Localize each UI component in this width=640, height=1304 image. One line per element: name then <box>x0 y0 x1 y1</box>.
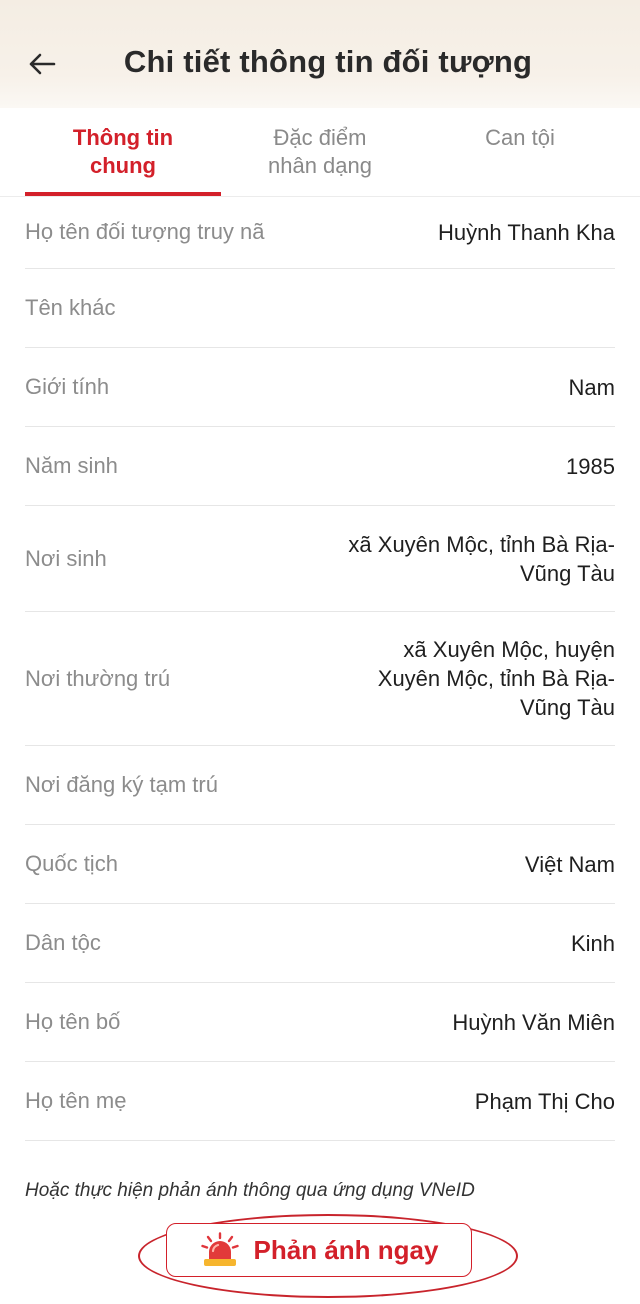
detail-row-ethnicity: Dân tộc Kinh <box>25 904 615 983</box>
app-header: Chi tiết thông tin đối tượng <box>0 0 640 108</box>
detail-row-birth-year: Năm sinh 1985 <box>25 427 615 506</box>
report-now-label: Phản ánh ngay <box>253 1234 439 1265</box>
detail-label: Nơi thường trú <box>25 665 171 691</box>
page-title: Chi tiết thông tin đối tượng <box>123 44 533 79</box>
value-line: xã Xuyên Mộc, huyện <box>403 637 615 662</box>
detail-label: Nơi đăng ký tạm trú <box>25 772 218 797</box>
siren-icon <box>200 1232 239 1266</box>
detail-label: Dân tộc <box>25 930 101 955</box>
detail-value: Việt Nam <box>524 851 615 877</box>
detail-row-mother-name: Họ tên mẹ Phạm Thị Cho <box>25 1062 615 1141</box>
detail-label: Họ tên mẹ <box>25 1088 127 1113</box>
detail-value: Phạm Thị Cho <box>474 1088 615 1114</box>
tab-charges[interactable]: Can tội <box>422 124 618 152</box>
tab-label-line2: chung <box>90 153 156 178</box>
detail-value: xã Xuyên Mộc, tỉnh Bà Rịa- Vũng Tàu <box>348 530 615 588</box>
report-now-button[interactable]: Phản ánh ngay <box>166 1223 472 1277</box>
detail-row-father-name: Họ tên bố Huỳnh Văn Miên <box>25 983 615 1062</box>
detail-row-full-name: Họ tên đối tượng truy nã Huỳnh Thanh Kha <box>25 196 615 269</box>
detail-value: xã Xuyên Mộc, huyện Xuyên Mộc, tỉnh Bà R… <box>378 635 615 722</box>
detail-value: Kinh <box>570 930 615 956</box>
detail-row-nationality: Quốc tịch Việt Nam <box>25 825 615 904</box>
detail-value: Nam <box>568 374 615 400</box>
value-line: Vũng Tàu <box>519 695 615 720</box>
detail-label: Họ tên bố <box>25 1009 121 1034</box>
detail-row-temporary-residence: Nơi đăng ký tạm trú <box>25 746 615 825</box>
detail-list: Họ tên đối tượng truy nã Huỳnh Thanh Kha… <box>0 196 640 1141</box>
detail-row-alias: Tên khác <box>25 269 615 348</box>
tab-label-line1: Can tội <box>485 125 555 150</box>
tab-label-line2: nhân dạng <box>268 153 372 178</box>
detail-label: Năm sinh <box>25 453 118 478</box>
tab-general-info[interactable]: Thông tin chung <box>25 124 221 180</box>
detail-label: Tên khác <box>25 295 116 320</box>
value-line: Xuyên Mộc, tỉnh Bà Rịa- <box>377 666 615 691</box>
detail-value: Huỳnh Thanh Kha <box>438 219 615 245</box>
detail-row-birthplace: Nơi sinh xã Xuyên Mộc, tỉnh Bà Rịa- Vũng… <box>25 506 615 612</box>
detail-row-permanent-residence: Nơi thường trú xã Xuyên Mộc, huyện Xuyên… <box>25 612 615 746</box>
detail-label: Nơi sinh <box>25 545 107 571</box>
detail-label: Giới tính <box>25 374 110 399</box>
detail-value: Huỳnh Văn Miên <box>452 1009 615 1035</box>
detail-value: 1985 <box>566 453 615 479</box>
vneid-note: Hoặc thực hiện phản ánh thông qua ứng dụ… <box>25 1180 475 1201</box>
tab-identification[interactable]: Đặc điểm nhân dạng <box>222 124 418 180</box>
tab-label-line1: Thông tin <box>72 125 174 150</box>
detail-row-gender: Giới tính Nam <box>25 348 615 427</box>
detail-label: Họ tên đối tượng truy nã <box>25 219 265 244</box>
tab-bar: Thông tin chung Đặc điểm nhân dạng Can t… <box>0 108 640 197</box>
value-line: xã Xuyên Mộc, tỉnh Bà Rịa- <box>348 531 615 557</box>
detail-label: Quốc tịch <box>25 851 118 876</box>
tab-label-line1: Đặc điểm <box>273 125 367 150</box>
value-line: Vũng Tàu <box>519 560 615 586</box>
